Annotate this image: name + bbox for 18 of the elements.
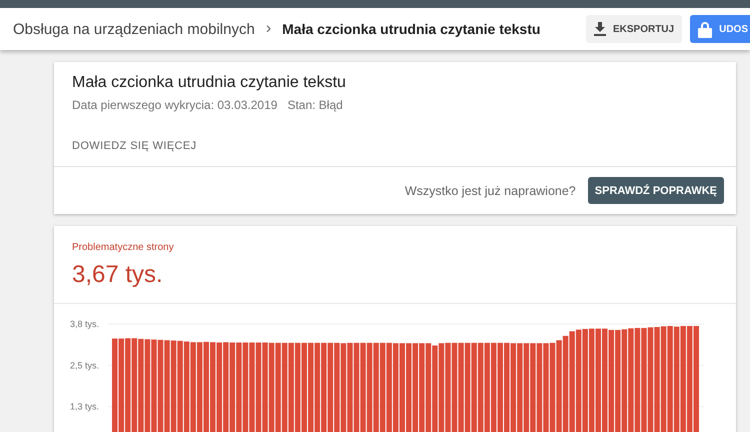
y-axis-label: 1,3 tys.: [70, 402, 100, 412]
y-axis-label: 2,5 tys.: [70, 360, 100, 370]
breadcrumb-separator: ›: [266, 20, 272, 38]
learn-more-link[interactable]: DOWIEDZ SIĘ WIĘCEJ: [72, 140, 197, 152]
metric-value: 3,67 tys.: [72, 261, 164, 289]
download-icon: [594, 22, 606, 36]
issue-status: Stan: Błąd: [287, 98, 343, 112]
breadcrumb-link[interactable]: Obsługa na urządzeniach mobilnych: [13, 20, 255, 38]
metric-label: Problematyczne strony: [72, 242, 175, 253]
export-button[interactable]: EKSPORTUJ: [586, 15, 682, 43]
share-button[interactable]: UDOS: [690, 15, 750, 43]
issue-title: Mała czcionka utrudnia czytanie tekstu: [72, 74, 347, 92]
fixed-question: Wszystko jest już naprawione?: [404, 184, 576, 198]
y-axis-label: 3,8 tys.: [70, 319, 100, 329]
page-title: Mała czcionka utrudnia czytanie tekstu: [282, 21, 540, 37]
validate-fix-button[interactable]: SPRAWDŹ POPRAWKĘ: [588, 177, 724, 204]
lock-icon: [698, 20, 712, 38]
first-detected-date: Data pierwszego wykrycia: 03.03.2019: [72, 98, 278, 112]
